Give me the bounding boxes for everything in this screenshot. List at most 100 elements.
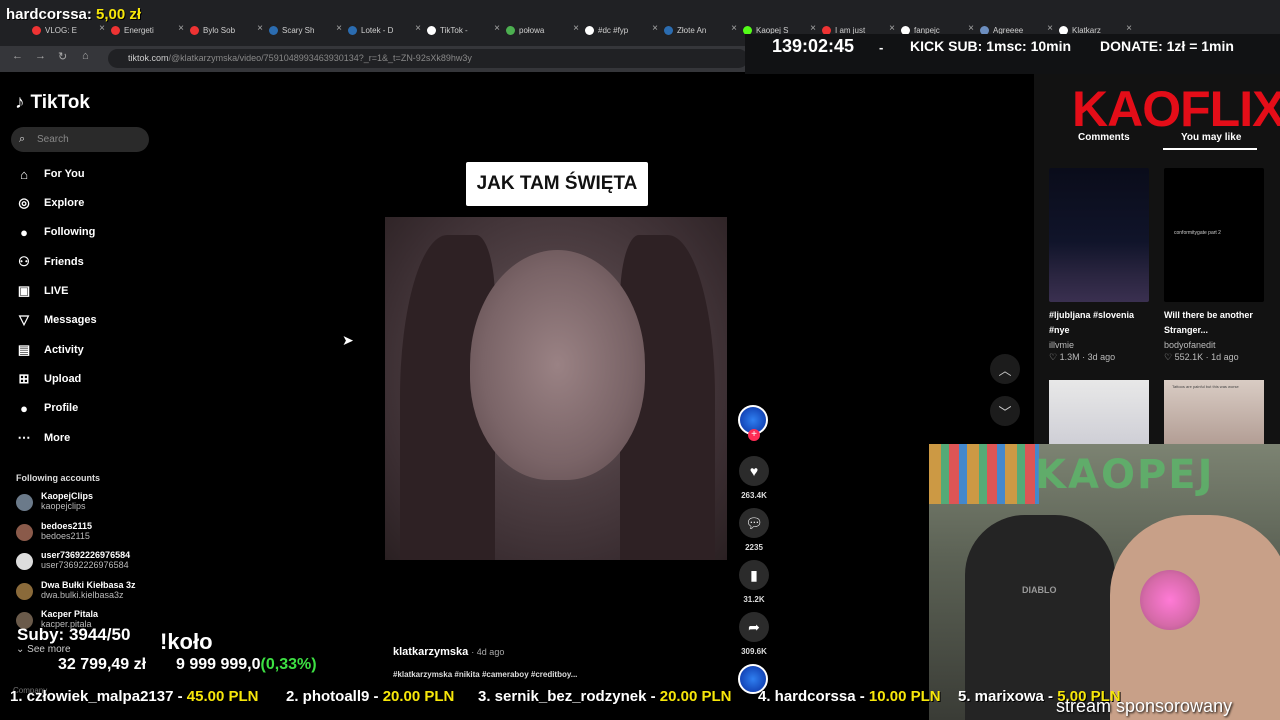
tab-close-icon[interactable]: × (573, 23, 579, 34)
like-button[interactable]: ♥ 263.4K (738, 456, 770, 500)
suggested-video-card[interactable]: #ljubljana #slovenia #nye illvmie ♡ 1.3M… (1049, 168, 1149, 363)
tab-close-icon[interactable]: × (1047, 23, 1053, 34)
tab-close-icon[interactable]: × (336, 23, 342, 34)
goal-value: 9 999 999,0 (176, 656, 261, 673)
tiktok-logo[interactable]: ♪ TikTok (15, 92, 90, 114)
sidebar-item-messages[interactable]: ▽ Messages (16, 310, 97, 330)
friends-icon: ⚇ (18, 254, 30, 269)
tab-close-icon[interactable]: × (178, 23, 184, 34)
home-icon: ⌂ (20, 166, 28, 182)
tab-close-icon[interactable]: × (810, 23, 816, 34)
card-user: illvmie (1049, 340, 1075, 350)
account-name: Dwa Bułki Kiełbasa 3z (41, 579, 136, 590)
account-name: Kacper Pitala (41, 609, 99, 619)
pink-headset (1140, 570, 1200, 630)
save-count: 31.2K (743, 595, 765, 604)
donation-goal: 9 999 999,0(0,33%) (176, 656, 317, 674)
video-author[interactable]: klatkarzymska (393, 646, 468, 658)
search-input[interactable]: ⌕ Search (11, 127, 149, 152)
video-author-line[interactable]: klatkarzymska · 4d ago (393, 646, 504, 658)
share-button[interactable]: ➦ 309.6K (738, 612, 770, 656)
home-icon[interactable]: ⌂ (82, 50, 89, 62)
browser-tab[interactable]: TikTok - × (427, 22, 500, 38)
sidebar-item-more[interactable]: ⋯ More (16, 428, 71, 448)
suggested-thumbnail[interactable]: Tattoos are painful but this was worse (1164, 380, 1264, 444)
url-host: tiktok.com (128, 53, 169, 63)
top-donor-overlay: hardcorssa: 5,00 zł (6, 6, 141, 23)
goal-percent: (0,33%) (260, 656, 317, 673)
browser-tab[interactable]: Bylo Sob × (190, 22, 263, 38)
activity-icon: ▤ (17, 342, 31, 357)
heart-icon: ♥ (739, 456, 769, 486)
suggested-video-card[interactable]: conformitygate part 2 Will there be anot… (1164, 168, 1264, 363)
sidebar-item-friends[interactable]: ⚇ Friends (16, 252, 84, 272)
following-account[interactable]: KaopejClips kaopejclips (16, 491, 93, 517)
browser-tab[interactable]: Scary Sh × (269, 22, 342, 38)
tab-close-icon[interactable]: × (257, 23, 263, 34)
save-button[interactable]: ▮ 31.2K (738, 560, 770, 604)
tab-close-icon[interactable]: × (652, 23, 658, 34)
sidebar-item-for-you[interactable]: ⌂ For You (16, 164, 85, 184)
ticker-entry: 2. photoall9 - 20.00 PLN (286, 688, 454, 705)
account-handle: kaopejclips (41, 501, 86, 511)
sidebar-item-upload[interactable]: ⊞ Upload (16, 369, 82, 389)
tab-close-icon[interactable]: × (968, 23, 974, 34)
ticker-donor: 3. sernik_bez_rodzynek - (478, 688, 660, 705)
browser-tab[interactable]: Złote An × (664, 22, 737, 38)
sidebar-item-profile[interactable]: ● Profile (16, 398, 78, 418)
tab-label: Lotek - D (361, 25, 394, 35)
browser-tab[interactable]: #dc #fyp × (585, 22, 658, 38)
ticker-entry: 1. człowiek_malpa2137 - 45.00 PLN (10, 688, 258, 705)
tab-close-icon[interactable]: × (415, 23, 421, 34)
tab-close-icon[interactable]: × (1126, 23, 1132, 34)
video-hashtags[interactable]: #klatkarzymska #nikita #cameraboy #credi… (393, 670, 577, 679)
sidebar-item-live[interactable]: ▣ LIVE (16, 281, 69, 301)
suggested-thumbnail[interactable] (1049, 380, 1149, 444)
tab-close-icon[interactable]: × (889, 23, 895, 34)
kaoflix-brand-overlay: KAOFLIX (1072, 81, 1280, 137)
forward-icon[interactable]: → (35, 50, 46, 62)
browser-tab[interactable]: Energeti × (111, 22, 184, 38)
url-path: /@klatkarzymska/video/759104899346393013… (168, 53, 472, 63)
tab-close-icon[interactable]: × (731, 23, 737, 34)
account-handle: bedoes2115 (41, 530, 90, 541)
creator-avatar-button[interactable]: + (738, 405, 770, 441)
card-caption: #ljubljana #slovenia #nye (1049, 310, 1135, 335)
following-account[interactable]: Dwa Bułki Kiełbasa 3z dwa.bulki.kielbasa3… (16, 580, 136, 606)
sidebar-item-explore[interactable]: ◎ Explore (16, 193, 84, 213)
sidebar-item-label: More (44, 432, 71, 444)
sidebar-item-activity[interactable]: ▤ Activity (16, 340, 84, 360)
sidebar-item-label: For You (44, 168, 85, 180)
tab-close-icon[interactable]: × (494, 23, 500, 34)
see-more-link[interactable]: ⌄ See more (16, 644, 71, 655)
logo-text: TikTok (30, 92, 90, 113)
sidebar-item-following[interactable]: ● Following (16, 222, 95, 242)
comment-count: 2235 (745, 543, 763, 552)
tab-favicon-icon (348, 25, 357, 35)
ticker-donor: 1. człowiek_malpa2137 - (10, 688, 187, 705)
follow-plus-icon[interactable]: + (748, 429, 760, 441)
browser-tab[interactable]: połowa × (506, 22, 579, 38)
tab-label: Energeti (124, 25, 154, 35)
account-text: user73692226976584 user73692226976584 (41, 550, 130, 576)
tab-favicon-icon (32, 25, 41, 35)
following-account[interactable]: bedoes2115 bedoes2115 (16, 521, 92, 547)
ticker-amount: 20.00 PLN (659, 688, 732, 705)
see-more-label: See more (27, 644, 71, 655)
previous-video-button[interactable]: ︿ (990, 354, 1020, 384)
messages-icon: ▽ (19, 312, 29, 327)
tab-close-icon[interactable]: × (99, 23, 105, 34)
url-field[interactable]: tiktok.com/@klatkarzymska/video/75910489… (108, 49, 748, 68)
tab-label: TikTok - (440, 25, 468, 35)
browser-tab[interactable]: VLOG: E × (32, 22, 105, 38)
back-icon[interactable]: ← (12, 50, 23, 62)
following-account[interactable]: user73692226976584 user73692226976584 (16, 550, 130, 576)
next-video-button[interactable]: ﹀ (990, 396, 1020, 426)
comment-icon: 💬︎ (739, 508, 769, 538)
browser-tab[interactable]: Lotek - D × (348, 22, 421, 38)
tab-comments[interactable]: Comments (1078, 132, 1130, 143)
reload-icon[interactable]: ↻ (58, 50, 67, 63)
tab-you-may-like[interactable]: You may like (1181, 132, 1241, 143)
share-count: 309.6K (741, 647, 767, 656)
comment-button[interactable]: 💬︎ 2235 (738, 508, 770, 552)
